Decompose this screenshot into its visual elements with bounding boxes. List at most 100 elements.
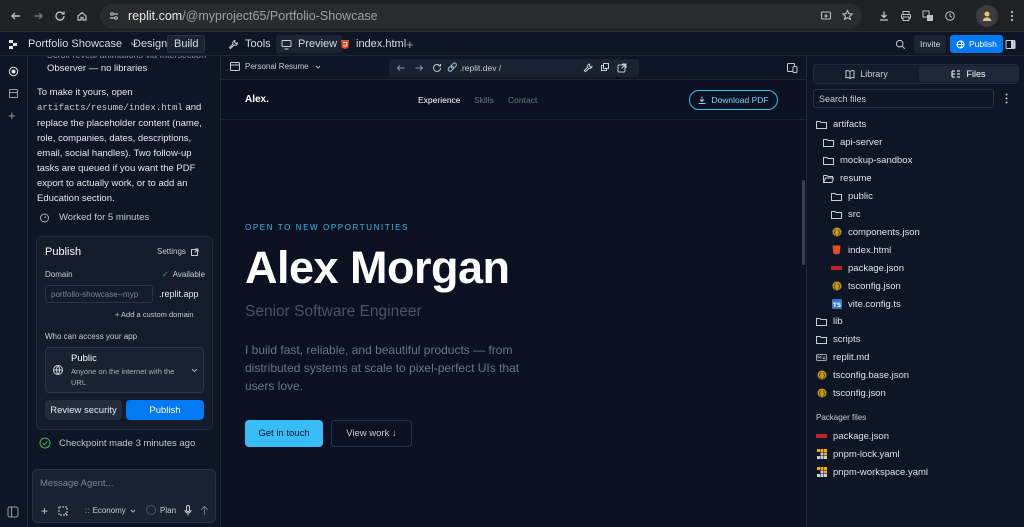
tree-item-public[interactable]: public [831, 187, 873, 205]
message-input[interactable]: Message Agent... [40, 478, 113, 489]
folder-icon [831, 209, 842, 220]
download-pdf-button[interactable]: Download PDF [689, 90, 778, 110]
chrome-menu-icon[interactable] [1002, 6, 1022, 26]
worked-for-status[interactable]: Worked for 5 minutes [39, 212, 149, 223]
agent-message-line: Observer — no libraries [47, 63, 148, 74]
history-icon[interactable] [940, 6, 960, 26]
tree-item-index-html[interactable]: index.html [831, 241, 891, 259]
back-icon[interactable] [6, 6, 26, 26]
file-icon[interactable] [8, 88, 19, 99]
publish-header-button[interactable]: Publish [950, 35, 1003, 53]
site-logo[interactable]: Alex. [245, 94, 269, 105]
tree-item-root-tsconfig-json[interactable]: {} tsconfig.json [816, 384, 886, 402]
tree-item-lib[interactable]: lib [816, 312, 843, 330]
tree-item-package-json[interactable]: package.json [831, 259, 904, 277]
tab-index-html[interactable]: index.html [340, 35, 406, 53]
tab-files[interactable]: Files [919, 66, 1018, 82]
replit-logo-icon[interactable] [8, 35, 19, 53]
html-file-icon [341, 39, 349, 49]
tab-preview[interactable]: Preview [276, 35, 343, 53]
bookmark-star-icon[interactable] [841, 9, 854, 22]
url-text: replit.com/@myproject65/Portfolio-Showca… [128, 9, 378, 23]
preview-scrollbar[interactable] [802, 180, 805, 265]
checkpoint-status[interactable]: Checkpoint made 3 minutes ago [39, 437, 195, 449]
tree-item-resume[interactable]: resume [823, 169, 872, 187]
artifact-selector[interactable]: Personal Resume [230, 62, 321, 71]
profile-avatar[interactable] [976, 5, 998, 27]
hero-kicker: OPEN TO NEW OPPORTUNITIES [245, 223, 410, 232]
tree-item-scripts[interactable]: scripts [816, 330, 860, 348]
hero-name: Alex Morgan [245, 242, 510, 293]
tree-item-tsconfig-json[interactable]: {} tsconfig.json [831, 277, 901, 295]
checkpoint-check-icon [39, 437, 51, 449]
preview-url[interactable]: 🔗 .replit.dev / [447, 62, 501, 73]
settings-link[interactable]: Settings [157, 247, 199, 256]
device-toggle-icon[interactable] [787, 63, 798, 73]
economy-mode-selector[interactable]: :: Economy [85, 506, 136, 515]
pnpm-icon [816, 449, 827, 460]
preview-reload-icon[interactable] [432, 63, 442, 73]
print-icon[interactable] [896, 6, 916, 26]
translate-icon[interactable] [918, 6, 938, 26]
access-selector[interactable]: Public Anyone on the internet with the U… [45, 347, 204, 393]
download-icon[interactable] [874, 6, 894, 26]
packager-package-json[interactable]: package.json [816, 427, 889, 445]
tree-item-mockup-sandbox[interactable]: mockup-sandbox [823, 151, 912, 169]
microphone-icon[interactable] [184, 505, 192, 516]
tree-item-components-json[interactable]: {} components.json [831, 223, 920, 241]
folder-icon [823, 155, 834, 166]
tree-item-replit-md[interactable]: replit.md [816, 348, 869, 366]
preview-forward-icon[interactable] [414, 63, 424, 73]
nav-contact[interactable]: Contact [508, 95, 537, 105]
publish-button[interactable]: Publish [126, 400, 204, 420]
agent-chat-panel: Scroll-reveal animations via Intersectio… [28, 56, 221, 527]
screenshot-icon[interactable] [58, 506, 68, 516]
search-files-input[interactable]: Search files [813, 89, 994, 108]
add-custom-domain-link[interactable]: + Add a custom domain [115, 310, 194, 319]
home-icon[interactable] [72, 6, 92, 26]
review-security-button[interactable]: Review security [45, 400, 122, 420]
tree-item-api-server[interactable]: api-server [823, 133, 882, 151]
forward-icon[interactable] [28, 6, 48, 26]
send-arrow-icon[interactable] [200, 505, 209, 516]
tree-item-src[interactable]: src [831, 205, 861, 223]
reload-icon[interactable] [50, 6, 70, 26]
devtools-wrench-icon[interactable] [583, 63, 593, 73]
packager-pnpm-lock[interactable]: pnpm-lock.yaml [816, 445, 900, 463]
mode-build-button[interactable]: Build [167, 35, 206, 53]
chevron-down-icon [130, 509, 136, 513]
view-work-button[interactable]: View work ↓ [331, 420, 412, 447]
nav-skills[interactable]: Skills [474, 95, 494, 105]
browser-window-icon [230, 62, 240, 71]
new-window-icon[interactable] [600, 63, 610, 73]
site-info-icon[interactable] [108, 10, 120, 22]
new-tab-plus-icon[interactable]: + [406, 35, 414, 53]
agent-icon[interactable] [8, 66, 19, 77]
files-menu-icon[interactable] [1005, 93, 1008, 104]
tab-library[interactable]: Library [815, 66, 918, 82]
mode-design-button[interactable]: Design [128, 35, 172, 53]
tree-item-artifacts[interactable]: artifacts [816, 115, 866, 133]
get-in-touch-button[interactable]: Get in touch [245, 420, 323, 447]
tab-tools[interactable]: Tools [228, 35, 271, 53]
open-external-icon[interactable] [617, 63, 627, 73]
globe-icon [956, 40, 965, 48]
attach-plus-icon[interactable]: + [41, 504, 48, 518]
sidebar-toggle-icon[interactable] [7, 506, 19, 518]
toggle-panel-icon[interactable] [1005, 35, 1016, 53]
domain-input[interactable]: portfolio-showcase--myp [45, 285, 153, 303]
add-icon[interactable]: + [8, 108, 16, 123]
plan-toggle[interactable]: Plan [146, 505, 176, 515]
project-name-selector[interactable]: Portfolio Showcase [28, 35, 138, 53]
folder-icon [831, 191, 842, 202]
search-icon[interactable] [895, 35, 906, 53]
invite-button[interactable]: Invite [914, 35, 947, 53]
install-app-icon[interactable] [820, 10, 832, 22]
preview-back-icon[interactable] [396, 63, 406, 73]
book-icon [845, 69, 855, 79]
packager-pnpm-workspace[interactable]: pnpm-workspace.yaml [816, 463, 928, 481]
tree-item-tsconfig-base-json[interactable]: {} tsconfig.base.json [816, 366, 909, 384]
tree-item-vite-config[interactable]: TS vite.config.ts [831, 295, 901, 313]
address-bar[interactable]: replit.com/@myproject65/Portfolio-Showca… [100, 4, 862, 28]
nav-experience[interactable]: Experience [418, 95, 461, 105]
